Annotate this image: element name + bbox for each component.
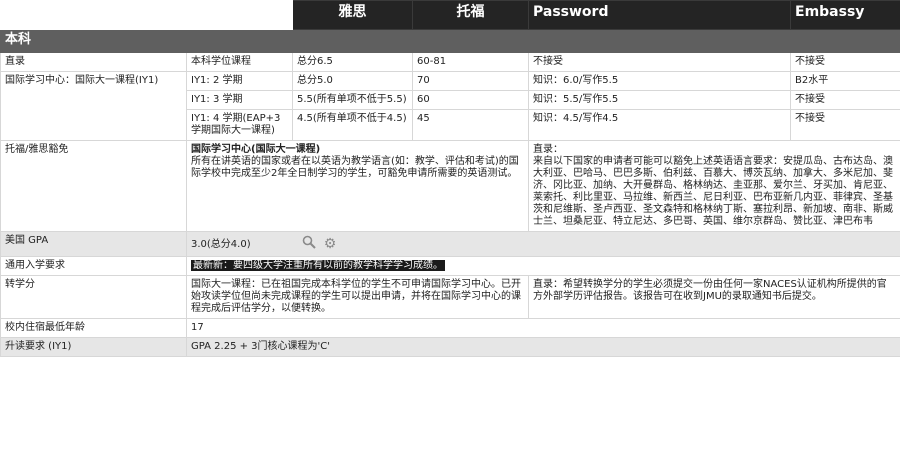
admission-requirements-table: 雅思 托福 Password Embassy 本科 直录 本科学位课程 总分6.…: [0, 0, 900, 357]
row-waiver-label: 托福/雅思豁免: [0, 140, 187, 232]
row-transfer-label: 转学分: [0, 275, 187, 319]
row-direct-password: 不接受: [528, 52, 791, 72]
row-iy1-2: 国际学习中心：国际大一课程(IY1) IY1: 2 学期 总分5.0 70 知识…: [0, 71, 900, 141]
header-toefl: 托福: [412, 0, 529, 30]
header-row: 雅思 托福 Password Embassy: [0, 0, 900, 30]
section-title: 本科: [0, 29, 900, 53]
row-gpa: 美国 GPA 3.0(总分4.0) ⚙: [0, 231, 900, 257]
row-min-age-label: 校内住宿最低年龄: [0, 318, 187, 338]
row-iy1-2-toefl: 70: [412, 71, 529, 91]
gpa-tools: ⚙: [300, 235, 339, 253]
row-waiver: 托福/雅思豁免 国际学习中心(国际大一课程) 所有在讲英语的国家或者在以英语为教…: [0, 140, 900, 232]
row-iy1-4-toefl: 45: [412, 109, 529, 141]
row-iy1-4-ielts: 4.5(所有单项不低于4.5): [292, 109, 413, 141]
row-transfer-right: 直录：希望转换学分的学生必须提交一份由任何一家NACES认证机构所提供的官方外部…: [528, 275, 900, 319]
row-iy1-2-ielts: 总分5.0: [292, 71, 413, 91]
row-waiver-left: 国际学习中心(国际大一课程) 所有在讲英语的国家或者在以英语为教学语言(如：教学…: [186, 140, 529, 232]
waiver-left-title: 国际学习中心(国际大一课程): [191, 144, 321, 155]
header-blank: [0, 0, 293, 30]
waiver-right-text: 来自以下国家的申请者可能可以豁免上述英语语言要求：安提瓜岛、古布达岛、澳大利亚、…: [533, 156, 893, 227]
gear-icon[interactable]: ⚙: [321, 235, 339, 253]
row-iy1-3-course: IY1: 3 学期: [186, 90, 293, 110]
header-password: Password: [528, 0, 791, 30]
row-direct: 直录 本科学位课程 总分6.5 60-81 不接受 不接受: [0, 52, 900, 72]
row-direct-ielts: 总分6.5: [292, 52, 413, 72]
row-direct-toefl: 60-81: [412, 52, 529, 72]
row-waiver-right: 直录： 来自以下国家的申请者可能可以豁免上述英语语言要求：安提瓜岛、古布达岛、澳…: [528, 140, 900, 232]
row-direct-embassy: 不接受: [790, 52, 900, 72]
row-iy1-4-password: 知识：4.5/写作4.5: [528, 109, 791, 141]
row-general-value-cell: 最新新：要四级大学注重所有以前的教学科学学习成绩。: [186, 256, 900, 276]
row-gpa-value-cell: 3.0(总分4.0) ⚙: [186, 231, 900, 257]
row-gpa-value: 3.0(总分4.0): [191, 239, 251, 250]
row-iy1-label: 国际学习中心：国际大一课程(IY1): [0, 71, 187, 141]
row-direct-label: 直录: [0, 52, 187, 72]
row-iy1-4-embassy: 不接受: [790, 109, 900, 141]
row-iy1-4-course: IY1: 4 学期(EAP+3学期国际大一课程): [186, 109, 293, 141]
waiver-left-text: 所有在讲英语的国家或者在以英语为教学语言(如：教学、评估和考试)的国际学校中完成…: [191, 156, 519, 179]
row-min-age: 校内住宿最低年龄 17: [0, 318, 900, 338]
header-ielts: 雅思: [292, 0, 413, 30]
row-general: 通用入学要求 最新新：要四级大学注重所有以前的教学科学学习成绩。: [0, 256, 900, 276]
row-transfer-left: 国际大一课程：已在祖国完成本科学位的学生不可申请国际学习中心。已开始攻读学位但尚…: [186, 275, 529, 319]
row-iy1-3-toefl: 60: [412, 90, 529, 110]
row-gpa-label: 美国 GPA: [0, 231, 187, 257]
row-iy1-2-password: 知识：6.0/写作5.5: [528, 71, 791, 91]
header-embassy: Embassy: [790, 0, 900, 30]
row-progression: 升读要求 (IY1) GPA 2.25 + 3门核心课程为'C': [0, 337, 900, 357]
search-icon[interactable]: [300, 235, 318, 253]
row-iy1-2-course: IY1: 2 学期: [186, 71, 293, 91]
row-progression-value: GPA 2.25 + 3门核心课程为'C': [186, 337, 900, 357]
row-iy1-2-embassy: B2水平: [790, 71, 900, 91]
row-min-age-value: 17: [186, 318, 900, 338]
row-transfer: 转学分 国际大一课程：已在祖国完成本科学位的学生不可申请国际学习中心。已开始攻读…: [0, 275, 900, 319]
waiver-right-title: 直录：: [533, 144, 563, 155]
row-progression-label: 升读要求 (IY1): [0, 337, 187, 357]
row-direct-course: 本科学位课程: [186, 52, 293, 72]
row-iy1-3-password: 知识：5.5/写作5.5: [528, 90, 791, 110]
section-header-row: 本科: [0, 29, 900, 53]
row-general-label: 通用入学要求: [0, 256, 187, 276]
row-iy1-3-ielts: 5.5(所有单项不低于5.5): [292, 90, 413, 110]
row-iy1-3-embassy: 不接受: [790, 90, 900, 110]
row-general-value: 最新新：要四级大学注重所有以前的教学科学学习成绩。: [191, 260, 445, 271]
